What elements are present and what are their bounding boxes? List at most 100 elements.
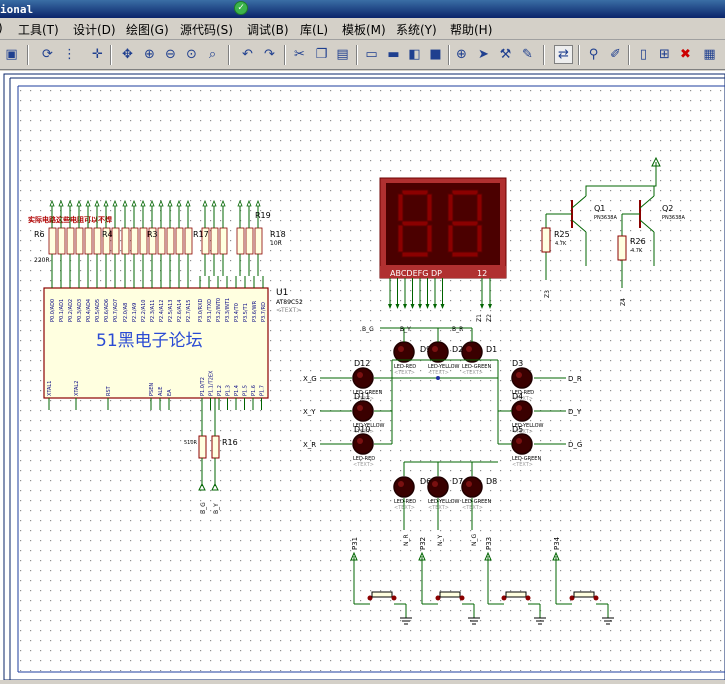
zoom-out-icon[interactable]: ⊖	[161, 45, 180, 64]
resistor-body[interactable]	[166, 227, 175, 255]
q1-ref: Q1	[594, 204, 605, 213]
led-d11[interactable]	[352, 400, 374, 422]
check-badge-icon: ✓	[234, 1, 248, 15]
resistor-body[interactable]	[254, 227, 263, 255]
package-tool-icon[interactable]: ⚒	[496, 45, 515, 64]
redo-icon[interactable]: ↷	[260, 45, 279, 64]
origin-icon[interactable]: ✛	[88, 45, 107, 64]
led-d7[interactable]	[427, 476, 449, 498]
mcu-pin-p3: P3.6/WR	[252, 300, 258, 322]
zoom-in-icon[interactable]: ⊕	[140, 45, 159, 64]
block-move-icon[interactable]: ▬	[384, 45, 403, 64]
resistor-body[interactable]	[48, 227, 57, 255]
led-d5[interactable]	[511, 433, 533, 455]
toolbar-separator	[448, 45, 450, 65]
led-ref: D5	[512, 425, 523, 434]
resistor-body[interactable]	[157, 227, 166, 255]
button-contact	[391, 595, 397, 601]
mcu-pin-p1: P1.0/T2	[200, 377, 206, 396]
bom-icon[interactable]: ▦	[700, 45, 719, 64]
pan-icon[interactable]: ✥	[118, 45, 137, 64]
mcu-pin-p3: P3.4/T0	[234, 303, 240, 322]
grid-icon[interactable]: ⋮	[60, 45, 79, 64]
resistor-body[interactable]	[236, 227, 245, 255]
block-copy-icon[interactable]: ▭	[362, 45, 381, 64]
make-device-icon[interactable]: ➤	[474, 45, 493, 64]
cut-icon[interactable]: ✂	[290, 45, 309, 64]
paste-icon[interactable]: ▤	[333, 45, 352, 64]
resistor-body[interactable]	[93, 227, 102, 255]
led-d6[interactable]	[393, 476, 415, 498]
menu-tools[interactable]: 工具(T)	[18, 21, 59, 38]
led-d9[interactable]	[393, 341, 415, 363]
resistor-body[interactable]	[121, 227, 130, 255]
led-d4[interactable]	[511, 400, 533, 422]
pushbutton-2[interactable]	[439, 591, 461, 598]
led-d2[interactable]	[427, 341, 449, 363]
led-d10[interactable]	[352, 433, 374, 455]
led-text: <TEXT>	[512, 462, 533, 468]
copy-icon[interactable]: ❐	[312, 45, 331, 64]
menu-design[interactable]: 设计(D)	[73, 21, 116, 38]
zoom-all-icon[interactable]: ⊙	[182, 45, 201, 64]
schematic-workspace[interactable]: U1 AT89C52 <TEXT> 51黑电子论坛 P0.0/AD0 P0.1/A…	[0, 71, 725, 681]
led-d8[interactable]	[461, 476, 483, 498]
resistor-body[interactable]	[219, 227, 228, 255]
schematic-canvas[interactable]: U1 AT89C52 <TEXT> 51黑电子论坛 P0.0/AD0 P0.1/A…	[0, 71, 725, 681]
led-d12[interactable]	[352, 367, 374, 389]
net-extra-bg: B_G	[200, 502, 207, 514]
resistor-r18-value: 10R	[270, 240, 282, 247]
decompose-icon[interactable]: ✎	[518, 45, 537, 64]
pushbutton-3[interactable]	[505, 591, 527, 598]
net-z2: Z2	[486, 314, 493, 322]
zoom-area-icon[interactable]: ⌕	[203, 45, 222, 64]
watermark-text: 51黑电子论坛	[96, 331, 203, 351]
resistor-body[interactable]	[175, 227, 184, 255]
resistor-body[interactable]	[130, 227, 139, 255]
led-d1[interactable]	[461, 341, 483, 363]
pick-device-icon[interactable]: ⊕	[452, 45, 471, 64]
search-tag-icon[interactable]: ⚲	[584, 45, 603, 64]
block-rotate-icon[interactable]: ◧	[405, 45, 424, 64]
mcu-pin-p1: P1.4	[234, 385, 240, 396]
mcu-pin-p2: P2.0/A8	[123, 303, 129, 322]
mcu-pin-misc: EA	[167, 389, 173, 396]
block-delete-icon[interactable]: ■	[426, 45, 445, 64]
new-sheet-icon[interactable]: ▯	[634, 45, 653, 64]
wire-autoroute-icon[interactable]: ⇄	[554, 45, 573, 64]
pushbutton-1[interactable]	[371, 591, 393, 598]
resistor-body[interactable]	[184, 227, 193, 255]
menu-help[interactable]: 帮助(H)	[450, 21, 492, 38]
toolbar-separator	[27, 45, 29, 65]
refresh-icon[interactable]: ⟳	[38, 45, 57, 64]
led-highlight	[466, 346, 472, 352]
menu-system[interactable]: 系统(Y)	[396, 21, 437, 38]
save-icon[interactable]: ▣	[2, 45, 21, 64]
menu-debug[interactable]: 调试(B)	[247, 21, 289, 38]
mcu-u1[interactable]: U1 AT89C52 <TEXT> 51黑电子论坛 P0.0/AD0 P0.1/A…	[43, 276, 303, 410]
resistor-body[interactable]	[111, 227, 120, 255]
mcu-pin-p2: P2.2/A10	[141, 300, 147, 322]
resistor-body[interactable]	[139, 227, 148, 255]
netlist-icon[interactable]: ✖	[676, 45, 695, 64]
remove-sheet-icon[interactable]: ⊞	[655, 45, 674, 64]
resistor-body[interactable]	[245, 227, 254, 255]
resistor-body[interactable]	[84, 227, 93, 255]
resistor-body[interactable]	[210, 227, 219, 255]
menu-graph[interactable]: 绘图(G)	[126, 21, 169, 38]
led-highlight	[357, 405, 363, 411]
property-tool-icon[interactable]: ✐	[606, 45, 625, 64]
display-segment	[451, 189, 479, 196]
resistor-body[interactable]	[57, 227, 66, 255]
display-segment	[426, 193, 433, 222]
display-segment	[447, 224, 454, 253]
pushbutton-4[interactable]	[573, 591, 595, 598]
resistor-body[interactable]	[66, 227, 75, 255]
menu-library[interactable]: 库(L)	[300, 21, 328, 38]
resistor-body[interactable]	[75, 227, 84, 255]
menu-source[interactable]: 源代码(S)	[180, 21, 233, 38]
menu-template[interactable]: 模板(M)	[342, 21, 386, 38]
undo-icon[interactable]: ↶	[238, 45, 257, 64]
mcu-pin-p0: P0.0/AD0	[50, 299, 56, 322]
led-d3[interactable]	[511, 367, 533, 389]
